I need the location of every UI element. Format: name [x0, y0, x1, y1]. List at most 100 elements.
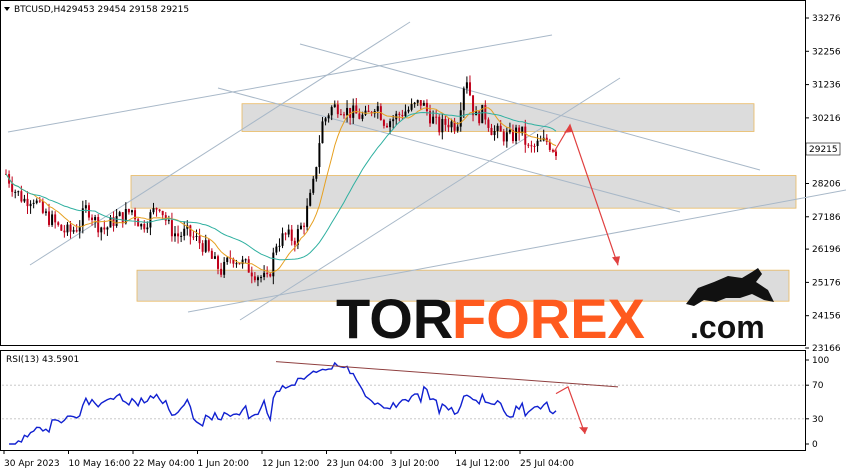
candle-body: [530, 145, 533, 147]
candle-body: [413, 102, 416, 105]
btcusd-chart: 33276 32256 31236 30216 28206 27186 26196 25176…: [0, 0, 846, 469]
candle-body: [121, 212, 124, 224]
candle-body: [220, 268, 223, 275]
candle-body: [508, 129, 511, 133]
candle-body: [435, 116, 438, 118]
candle-body: [180, 235, 183, 237]
candle-body: [253, 276, 256, 281]
logo-dotcom: .com: [690, 309, 765, 345]
candle-body: [192, 236, 195, 238]
candle-body: [324, 118, 327, 122]
candle-body: [217, 256, 220, 269]
candle-body: [87, 205, 90, 218]
time-tick-label: 14 Jul 12:00: [456, 459, 510, 469]
candle-body: [450, 121, 453, 128]
candle-body: [250, 272, 253, 277]
candle-body: [336, 104, 339, 115]
logo-tor: TOR: [336, 287, 453, 350]
candle-body: [392, 119, 395, 122]
candle-body: [468, 82, 471, 96]
candle-body: [462, 88, 465, 111]
candle-body: [189, 225, 192, 237]
candle-body: [195, 235, 198, 237]
candle-body: [487, 119, 490, 128]
candle-body: [173, 233, 176, 237]
candle-body: [51, 214, 54, 225]
candle-body: [26, 198, 29, 207]
candle-body: [127, 209, 130, 213]
candle-body: [155, 208, 158, 210]
ohlc-values: 29453 29454 29158 29215: [66, 5, 189, 15]
price-tick-label: 30216: [812, 114, 841, 124]
candle-body: [256, 277, 259, 281]
time-tick-label: 23 Jun 04:00: [327, 459, 384, 469]
candle-body: [97, 217, 100, 233]
candle-body: [20, 191, 23, 202]
time-tick-label: 30 Apr 2023: [4, 459, 60, 469]
candle-body: [447, 124, 450, 128]
candle-body: [137, 219, 140, 227]
candle-body: [342, 114, 345, 116]
candle-body: [465, 82, 468, 89]
candle-body: [94, 217, 97, 221]
candle-body: [278, 245, 281, 247]
candle-body: [247, 259, 250, 273]
candle-body: [432, 116, 435, 124]
candle-body: [284, 233, 287, 235]
candle-body: [327, 115, 330, 119]
price-tick-label: 31236: [812, 81, 841, 91]
candle-body: [103, 227, 106, 230]
candle-body: [207, 240, 210, 251]
candle-body: [183, 228, 186, 236]
candle-body: [444, 119, 447, 125]
candle-body: [115, 216, 118, 226]
candle-body: [376, 106, 379, 112]
candle-body: [198, 235, 201, 244]
candle-body: [404, 111, 407, 117]
candle-body: [223, 261, 226, 275]
last-price-label: 29215: [809, 145, 838, 155]
candle-body: [272, 252, 275, 277]
price-tick-label: 28206: [812, 179, 841, 189]
candle-body: [143, 224, 146, 230]
candle-body: [72, 230, 75, 232]
candle-body: [481, 104, 484, 124]
candle-body: [456, 126, 459, 131]
candle-body: [339, 114, 342, 116]
rsi-label: RSI(13) 43.5901: [6, 355, 79, 365]
candle-body: [416, 100, 419, 103]
time-tick-label: 1 Jun 20:00: [198, 459, 250, 469]
candle-body: [389, 121, 392, 128]
price-tick-label: 25176: [812, 278, 841, 288]
candle-body: [555, 151, 557, 156]
candle-body: [235, 263, 238, 265]
candle-body: [551, 149, 554, 152]
candle-body: [484, 104, 487, 120]
candle-body: [149, 212, 152, 228]
rsi-tick-label: 0: [812, 440, 818, 450]
candle-body: [299, 225, 302, 230]
candle-body: [170, 220, 173, 237]
candle-body: [35, 200, 38, 203]
candle-body: [130, 210, 133, 213]
candle-body: [75, 230, 78, 232]
rsi-axis: 100 70 30 0: [805, 356, 829, 450]
price-tick-label: 26196: [812, 245, 841, 255]
candle-body: [425, 102, 428, 112]
candle-body: [493, 131, 496, 136]
candle-body: [177, 233, 180, 237]
candle-body: [66, 224, 69, 233]
candle-body: [260, 277, 263, 279]
candle-body: [330, 107, 333, 116]
candle-body: [346, 107, 349, 116]
candle-body: [490, 127, 493, 136]
candle-body: [527, 144, 530, 146]
price-tick-label: 33276: [812, 14, 841, 24]
candle-body: [321, 121, 324, 144]
candle-body: [401, 114, 404, 117]
candle-body: [118, 212, 121, 217]
rsi-tick-label: 70: [812, 381, 824, 391]
candle-body: [533, 145, 536, 147]
candle-body: [306, 205, 309, 227]
candle-body: [539, 140, 542, 142]
